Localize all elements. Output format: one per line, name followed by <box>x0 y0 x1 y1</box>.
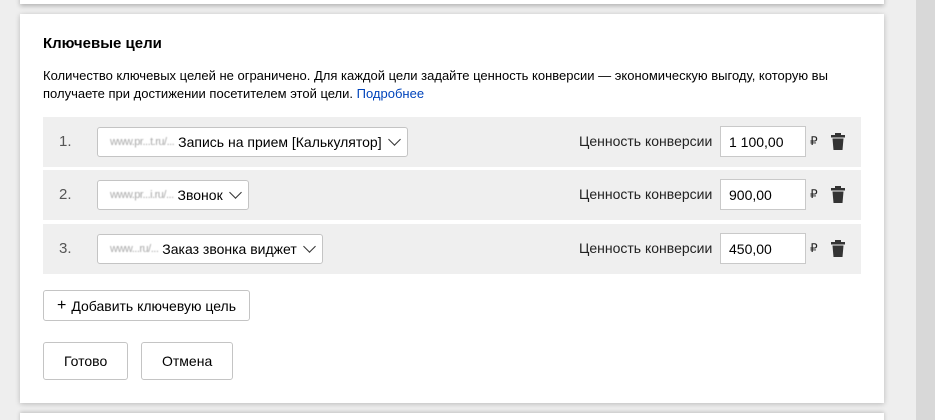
goal-site-masked: www.pr...i.ru/... <box>110 189 174 201</box>
goal-row: 2. www.pr...i.ru/... Звонок Ценность кон… <box>43 170 861 220</box>
section-title: Ключевые цели <box>43 35 162 52</box>
cancel-button[interactable]: Отмена <box>141 342 234 380</box>
conversion-value-input[interactable] <box>720 179 806 210</box>
previous-card <box>20 0 884 4</box>
trash-icon[interactable] <box>831 186 845 203</box>
next-card <box>20 413 884 420</box>
trash-icon[interactable] <box>831 240 845 257</box>
currency-symbol: ₽ <box>810 187 818 201</box>
goal-site-masked: www...ru/... <box>110 243 159 255</box>
description-text: Количество ключевых целей не ограничено.… <box>43 68 828 101</box>
goal-select[interactable]: www.pr...i.ru/... Звонок <box>97 180 249 210</box>
goal-name: Заказ звонка виджет <box>162 241 297 257</box>
trash-icon[interactable] <box>831 133 845 150</box>
currency-symbol: ₽ <box>810 241 818 255</box>
goal-name: Запись на прием [Калькулятор] <box>178 134 382 150</box>
goal-select[interactable]: www...ru/... Заказ звонка виджет <box>97 234 323 264</box>
scrollbar-track[interactable] <box>916 0 935 420</box>
currency-symbol: ₽ <box>810 134 818 148</box>
goal-name: Звонок <box>177 187 223 203</box>
conversion-value-input[interactable] <box>720 233 806 264</box>
plus-icon: + <box>57 296 67 314</box>
chevron-down-icon <box>302 240 316 253</box>
chevron-down-icon <box>387 133 401 146</box>
goal-site-masked: www.pr...t.ru/... <box>110 136 175 148</box>
section-description: Количество ключевых целей не ограничено.… <box>43 67 843 103</box>
done-button[interactable]: Готово <box>43 342 129 380</box>
goal-number: 2. <box>59 186 72 203</box>
add-key-goal-label: Добавить ключевую цель <box>71 297 236 314</box>
goal-row: 1. www.pr...t.ru/... Запись на прием [Ка… <box>43 117 861 167</box>
goal-row: 3. www...ru/... Заказ звонка виджет Ценн… <box>43 224 861 274</box>
goal-number: 1. <box>59 133 72 150</box>
conversion-value-label: Ценность конверсии <box>579 133 713 149</box>
add-key-goal-button[interactable]: + Добавить ключевую цель <box>43 290 250 321</box>
goal-select[interactable]: www.pr...t.ru/... Запись на прием [Кальк… <box>97 127 408 157</box>
conversion-value-input[interactable] <box>720 126 806 157</box>
goal-number: 3. <box>59 240 72 257</box>
conversion-value-label: Ценность конверсии <box>579 186 713 202</box>
key-goals-card: Ключевые цели Количество ключевых целей … <box>20 14 884 403</box>
chevron-down-icon <box>228 186 242 199</box>
more-link[interactable]: Подробнее <box>357 86 424 101</box>
conversion-value-label: Ценность конверсии <box>579 240 713 256</box>
